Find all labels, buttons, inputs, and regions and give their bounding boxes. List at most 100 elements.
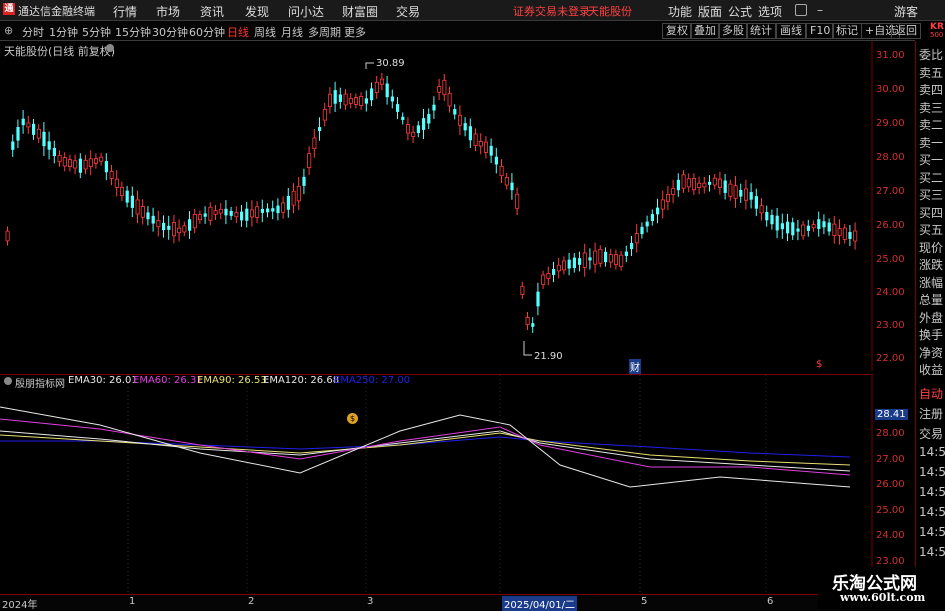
tf-30min[interactable]: 30分钟 — [152, 24, 188, 40]
side-label: 涨跌 — [919, 258, 944, 272]
menu-options[interactable]: 选项 — [758, 3, 782, 20]
menu-ask[interactable]: 问小达 — [288, 3, 324, 20]
side-label: 买二 — [919, 170, 944, 185]
side-lower-label: 14:50 — [919, 445, 945, 459]
candle — [765, 205, 769, 227]
candle — [759, 197, 764, 221]
candle — [26, 116, 31, 134]
candle — [422, 109, 426, 139]
side-label: 涨幅 — [919, 275, 944, 290]
date-label: 1 — [129, 596, 136, 607]
guest-user[interactable]: 游客 — [894, 3, 918, 20]
side-label: 总量 — [919, 293, 944, 307]
candle — [271, 200, 275, 220]
chart-settings-icon[interactable] — [106, 44, 114, 52]
candle — [302, 168, 306, 195]
menu-trade[interactable]: 交易 — [396, 3, 420, 20]
candle — [427, 108, 431, 130]
date-axis — [0, 594, 945, 610]
candle — [624, 245, 628, 262]
candle — [556, 257, 561, 279]
menu-layout[interactable]: 版面 — [698, 3, 722, 20]
finance-marker[interactable]: 财 — [629, 359, 641, 374]
date-label: 6 — [767, 596, 774, 607]
candle — [135, 190, 140, 224]
tf-daily[interactable]: 日线 — [227, 24, 249, 40]
menu-quotes[interactable]: 行情 — [113, 3, 137, 20]
candle — [749, 183, 753, 209]
low-marker — [523, 341, 532, 356]
minimize-icon[interactable]: – — [817, 3, 823, 17]
menu-news[interactable]: 资讯 — [200, 3, 224, 20]
tf-intraday[interactable]: 分时 — [22, 24, 44, 40]
multi-stock-button[interactable]: 多股 — [718, 23, 748, 39]
candle — [343, 89, 348, 110]
candle — [249, 200, 254, 227]
candle — [213, 205, 218, 220]
tf-15min[interactable]: 15分钟 — [115, 24, 151, 40]
candle — [536, 282, 540, 316]
candle — [827, 218, 831, 236]
menu-market[interactable]: 市场 — [156, 3, 180, 20]
candle — [379, 73, 384, 91]
tf-1min[interactable]: 1分钟 — [49, 24, 78, 40]
price-tick: 23.00 — [876, 320, 905, 331]
candle — [780, 213, 784, 239]
tf-more[interactable]: 更多 — [344, 24, 366, 40]
menu-function[interactable]: 功能 — [668, 3, 692, 20]
draw-button[interactable]: 画线 — [776, 23, 806, 39]
dividend-marker[interactable]: $ — [816, 359, 822, 370]
candle — [739, 183, 743, 203]
tf-multi[interactable]: 多周期 — [308, 24, 341, 40]
tf-weekly[interactable]: 周线 — [254, 24, 276, 40]
tf-monthly[interactable]: 月线 — [281, 24, 303, 40]
tf-60min[interactable]: 60分钟 — [189, 24, 225, 40]
menu-wealth[interactable]: 财富圈 — [342, 3, 378, 20]
money-bag-icon[interactable]: $ — [347, 413, 358, 424]
candle — [552, 261, 556, 283]
candle — [21, 110, 25, 134]
side-label: 收益 — [919, 363, 944, 377]
return-button[interactable]: 返回 — [891, 23, 921, 39]
login-status[interactable]: 证券交易未登录 — [513, 3, 590, 19]
stats-button[interactable]: 统计 — [746, 23, 776, 39]
message-icon[interactable] — [795, 4, 807, 16]
candle — [728, 179, 733, 201]
candle — [848, 224, 852, 246]
menu-formula[interactable]: 公式 — [728, 3, 752, 20]
candle — [348, 93, 353, 109]
indicator-settings-icon[interactable] — [4, 377, 12, 385]
candle — [656, 198, 660, 224]
f10-button[interactable]: F10 — [806, 23, 835, 39]
candle — [531, 317, 535, 333]
candle — [327, 87, 332, 114]
price-chart[interactable] — [0, 41, 873, 371]
side-label: 买三 — [919, 188, 944, 202]
tf-5min[interactable]: 5分钟 — [82, 24, 111, 40]
adjust-button[interactable]: 复权 — [662, 23, 692, 39]
date-label: 5 — [641, 596, 648, 607]
side-lower-label: 注册 — [919, 407, 944, 421]
candle — [453, 104, 457, 120]
candle — [478, 133, 483, 155]
candle — [109, 164, 114, 186]
indicator-current-value: 28.41 — [875, 409, 908, 420]
indicator-chart[interactable] — [0, 374, 873, 595]
ind-tick: 23.00 — [876, 556, 905, 567]
candle — [634, 223, 639, 253]
overlay-button[interactable]: 叠加 — [690, 23, 720, 39]
back-icon[interactable]: ⊕ — [4, 24, 13, 37]
candle — [396, 97, 400, 119]
menu-discover[interactable]: 发现 — [245, 3, 269, 20]
candle — [708, 175, 712, 192]
side-lower-label: 14:50 — [919, 485, 945, 499]
candle — [483, 136, 488, 159]
candle — [457, 105, 462, 136]
date-label: 3 — [367, 596, 374, 607]
candle — [582, 243, 587, 277]
side-label: 委比 — [919, 48, 944, 62]
mark-button[interactable]: 标记 — [832, 23, 862, 39]
candle — [572, 252, 576, 273]
candle — [255, 201, 260, 224]
indicator-name[interactable]: 殷朋指标网 — [15, 375, 65, 390]
